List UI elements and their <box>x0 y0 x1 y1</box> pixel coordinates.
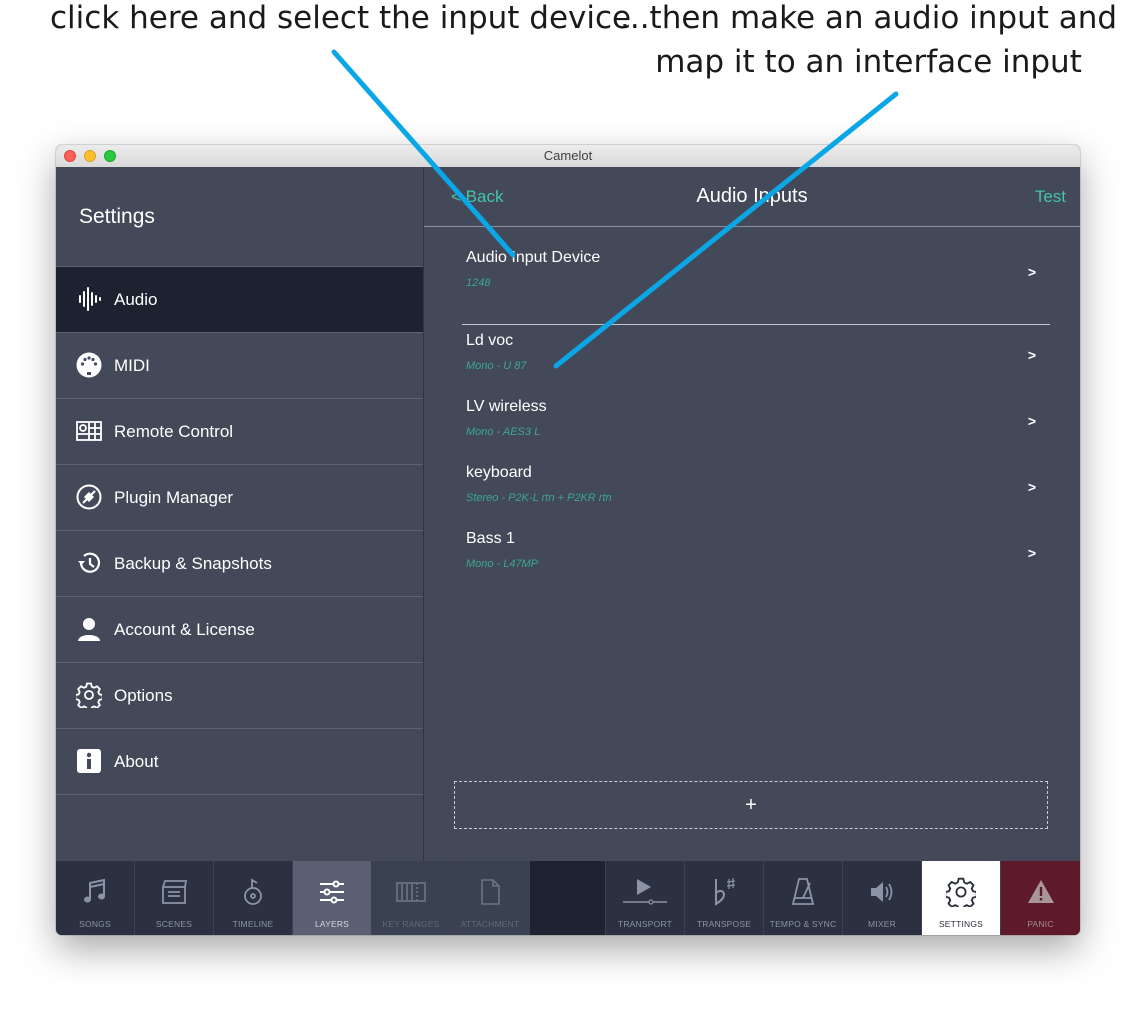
input-row-bass-1[interactable]: Bass 1 Mono - L47MP > <box>462 530 1050 592</box>
toolbar-label: KEY RANGES <box>382 919 440 929</box>
gear-icon <box>946 877 976 907</box>
history-icon <box>78 552 101 573</box>
chevron-right-icon: > <box>1027 347 1036 363</box>
toolbar-timeline[interactable]: TIMELINE <box>214 861 293 935</box>
toolbar-label: TRANSPOSE <box>696 919 752 929</box>
toolbar-label: SETTINGS <box>938 919 984 929</box>
input-name: Ld voc <box>466 332 514 349</box>
sidebar-item-about[interactable]: About <box>56 729 423 795</box>
add-input-button[interactable]: + <box>454 781 1048 829</box>
toolbar-attachment[interactable]: ATTACHMENT <box>451 861 530 935</box>
sidebar-item-account-license[interactable]: Account & License <box>56 597 423 663</box>
sidebar-list: Audio MIDI Remote Control Plugin Manager… <box>56 266 423 795</box>
chevron-right-icon: > <box>1027 413 1036 429</box>
audio-inputs-panel: < Back Audio Inputs Test Audio Input Dev… <box>424 167 1080 861</box>
gear-icon <box>76 682 102 708</box>
annotation-right-line2: map it to an interface input <box>655 44 1082 80</box>
timeline-icon <box>244 878 262 905</box>
toolbar-label: TRANSPORT <box>617 919 673 929</box>
toolbar-tempo-sync[interactable]: TEMPO & SYNC <box>764 861 843 935</box>
toolbar-panic[interactable]: PANIC <box>1001 861 1080 935</box>
title-bar: Camelot <box>56 145 1080 168</box>
annotation-left: click here and select the input device <box>50 0 632 36</box>
music-note-icon <box>84 878 105 903</box>
sidebar-item-label: Options <box>114 685 173 705</box>
clapperboard-icon <box>162 880 188 904</box>
input-detail: Stereo - P2K-L rtn + P2KR rtn <box>466 492 612 504</box>
row-title: Audio Input Device <box>466 249 601 266</box>
toolbar-spacer <box>530 861 606 935</box>
page-title: Audio Inputs <box>696 185 808 207</box>
toolbar-label: SONGS <box>79 919 111 929</box>
sidebar-item-midi[interactable]: MIDI <box>56 333 423 399</box>
sidebar-item-label: MIDI <box>114 355 150 375</box>
toolbar-songs[interactable]: SONGS <box>56 861 135 935</box>
toolbar-label: MIXER <box>868 919 896 929</box>
waveform-icon <box>79 287 101 311</box>
sidebar-item-label: Remote Control <box>114 421 234 441</box>
sidebar-item-options[interactable]: Options <box>56 663 423 729</box>
settings-sidebar: Settings Audio MIDI Remote Control Plugi… <box>56 167 424 861</box>
input-row-lv-wireless[interactable]: LV wireless Mono - AES3 L > <box>462 398 1050 460</box>
input-name: keyboard <box>466 464 532 481</box>
sliders-icon <box>320 880 344 904</box>
toolbar-label: SCENES <box>155 919 193 929</box>
toolbar-key-ranges[interactable]: KEY RANGES <box>372 861 451 935</box>
annotation-right: ...then make an audio input and map it t… <box>620 0 1117 84</box>
sidebar-item-label: Plugin Manager <box>114 487 234 507</box>
toolbar-label: ATTACHMENT <box>460 919 520 929</box>
info-icon <box>77 749 101 773</box>
toolbar-layers[interactable]: LAYERS <box>293 861 372 935</box>
play-icon <box>623 879 667 905</box>
user-icon <box>78 618 100 641</box>
toolbar-mixer[interactable]: MIXER <box>843 861 922 935</box>
input-detail: Mono - U 87 <box>466 360 527 372</box>
toolbar-label: LAYERS <box>314 919 350 929</box>
test-button[interactable]: Test <box>1035 187 1066 207</box>
piano-keys-icon <box>396 882 426 902</box>
plugin-icon <box>76 484 102 510</box>
speaker-icon <box>871 882 893 902</box>
sidebar-item-audio[interactable]: Audio <box>56 267 423 333</box>
toolbar-label: PANIC <box>1027 919 1054 929</box>
panel-header: < Back Audio Inputs Test <box>424 167 1080 227</box>
metronome-icon <box>791 878 815 905</box>
sidebar-item-plugin-manager[interactable]: Plugin Manager <box>56 465 423 531</box>
toolbar-settings[interactable]: SETTINGS <box>922 861 1001 935</box>
window-title: Camelot <box>543 148 593 163</box>
sidebar-item-remote-control[interactable]: Remote Control <box>56 399 423 465</box>
annotation-right-line1: ...then make an audio input and <box>620 0 1118 36</box>
input-name: Bass 1 <box>466 530 515 547</box>
sidebar-item-label: Audio <box>114 289 158 309</box>
chevron-right-icon: > <box>1027 264 1036 280</box>
toolbar-transport[interactable]: TRANSPORT <box>606 861 685 935</box>
app-window: Camelot Settings Audio MIDI Remote Contr… <box>56 145 1080 935</box>
input-row-ld-voc[interactable]: Ld voc Mono - U 87 > <box>462 332 1050 394</box>
sidebar-item-label: Account & License <box>114 619 255 639</box>
toolbar-scenes[interactable]: SCENES <box>135 861 214 935</box>
flat-sharp-icon <box>715 878 736 906</box>
sidebar-item-label: About <box>114 751 159 771</box>
sidebar-title: Settings <box>79 205 155 228</box>
plus-icon: + <box>745 793 757 816</box>
bottom-toolbar: SONGS SCENES TIMELINE LAYERS KEY RANGES … <box>56 861 1080 935</box>
chevron-right-icon: > <box>1027 545 1036 561</box>
input-name: LV wireless <box>466 398 547 415</box>
toolbar-label: TEMPO & SYNC <box>769 919 837 929</box>
midi-connector-icon <box>76 352 102 378</box>
input-detail: Mono - AES3 L <box>466 426 541 438</box>
input-row-keyboard[interactable]: keyboard Stereo - P2K-L rtn + P2KR rtn > <box>462 464 1050 526</box>
toolbar-label: TIMELINE <box>232 919 274 929</box>
sidebar-item-label: Backup & Snapshots <box>114 553 272 573</box>
toolbar-transpose[interactable]: TRANSPOSE <box>685 861 764 935</box>
warning-icon <box>1027 880 1054 903</box>
row-value: 1248 <box>466 277 491 289</box>
sidebar-item-backup-snapshots[interactable]: Backup & Snapshots <box>56 531 423 597</box>
input-detail: Mono - L47MP <box>466 558 539 570</box>
audio-input-device-row[interactable]: Audio Input Device 1248 > <box>462 249 1050 325</box>
document-icon <box>481 879 500 905</box>
remote-grid-icon <box>76 421 102 441</box>
chevron-right-icon: > <box>1027 479 1036 495</box>
